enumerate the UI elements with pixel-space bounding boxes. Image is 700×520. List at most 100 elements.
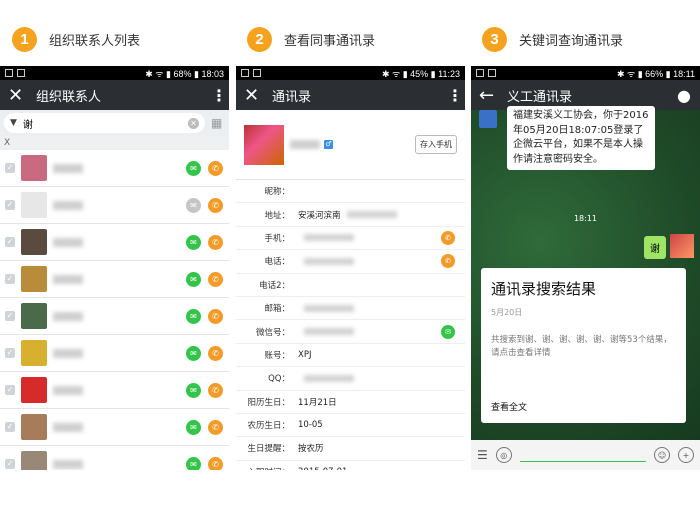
- avatar[interactable]: [21, 377, 47, 403]
- step-2: 2 查看同事通讯录: [247, 26, 375, 52]
- user-profile-icon[interactable]: ●: [676, 86, 692, 105]
- card-body: 共搜索到谢、谢、谢、谢、谢、谢等53个结果，请点击查看详情: [491, 335, 672, 358]
- phone-icon[interactable]: ✆: [208, 308, 223, 324]
- signal-icon: ✱ ᯤ ▮: [616, 68, 646, 79]
- avatar[interactable]: [21, 155, 47, 181]
- page-title: 义工通讯录: [507, 89, 573, 105]
- checkbox[interactable]: ✓: [5, 311, 15, 321]
- avatar[interactable]: [21, 229, 47, 255]
- save-to-phone-button[interactable]: 存入手机: [415, 135, 457, 154]
- checkbox[interactable]: ✓: [5, 274, 15, 284]
- bot-avatar[interactable]: [479, 110, 497, 128]
- field-value: 2015-07-01: [298, 467, 347, 470]
- wechat-icon[interactable]: ✉: [186, 419, 201, 435]
- wechat-icon[interactable]: ✉: [186, 456, 201, 470]
- contact-row[interactable]: ✓ ✉ ✆: [0, 224, 229, 261]
- field-value: XPJ: [298, 349, 312, 360]
- contact-row[interactable]: ✓ ✉ ✆: [0, 187, 229, 224]
- checkbox[interactable]: ✓: [5, 385, 15, 395]
- checkbox[interactable]: ✓: [5, 422, 15, 432]
- contact-row[interactable]: ✓ ✉ ✆: [0, 409, 229, 446]
- phone-icon[interactable]: ✆: [208, 160, 223, 176]
- checkbox[interactable]: ✓: [5, 200, 15, 210]
- field-label: 手机：: [264, 233, 290, 244]
- wechat-icon[interactable]: ✉: [186, 271, 201, 287]
- voice-icon[interactable]: ◎: [495, 447, 512, 463]
- avatar[interactable]: [21, 414, 47, 440]
- search-input[interactable]: ▼ 谢 ✕: [4, 113, 205, 133]
- phone-icon[interactable]: ✆: [441, 230, 455, 245]
- contact-name: [53, 348, 83, 358]
- close-icon[interactable]: ✕: [8, 85, 30, 106]
- contact-name: [53, 274, 83, 284]
- contact-row[interactable]: ✓ ✉ ✆: [0, 298, 229, 335]
- avatar[interactable]: [21, 303, 47, 329]
- notification-icon: [5, 69, 13, 77]
- contact-row[interactable]: ✓ ✉ ✆: [0, 446, 229, 470]
- avatar[interactable]: [21, 266, 47, 292]
- wechat-icon[interactable]: ✉: [186, 197, 201, 213]
- field-label: 地址：: [264, 210, 290, 221]
- filter-dropdown-icon[interactable]: ▼: [10, 118, 17, 128]
- contact-row[interactable]: ✓ ✉ ✆: [0, 150, 229, 187]
- field-row: 电话： ✆: [236, 250, 465, 274]
- contact-name: [53, 311, 83, 321]
- wechat-icon[interactable]: ✉: [186, 345, 201, 361]
- checkbox[interactable]: ✓: [5, 459, 15, 469]
- phone-icon[interactable]: ✆: [208, 271, 223, 287]
- close-icon[interactable]: ✕: [244, 85, 266, 106]
- my-avatar[interactable]: [670, 234, 694, 258]
- avatar[interactable]: [244, 124, 284, 165]
- more-options-icon[interactable]: ⋮: [447, 86, 463, 105]
- grid-view-icon[interactable]: ▦: [211, 116, 225, 130]
- back-arrow-icon[interactable]: ←: [479, 85, 501, 106]
- field-label: 邮箱：: [264, 304, 290, 315]
- wechat-icon[interactable]: ✉: [186, 382, 201, 398]
- clock: 18:03: [201, 68, 224, 79]
- emoji-icon[interactable]: ☺: [654, 447, 670, 463]
- contact-row[interactable]: ✓ ✉ ✆: [0, 261, 229, 298]
- input-bar: ☰ ◎ ☺ +: [471, 440, 700, 470]
- field-label: 生日提醒：: [247, 444, 290, 455]
- wechat-icon[interactable]: ✉: [441, 324, 455, 339]
- contact-row[interactable]: ✓ ✉ ✆: [0, 372, 229, 409]
- contact-row[interactable]: ✓ ✉ ✆: [0, 335, 229, 372]
- field-row: 邮箱：: [236, 297, 465, 321]
- step-1: 1 组织联系人列表: [12, 26, 140, 52]
- wechat-icon[interactable]: ✉: [186, 308, 201, 324]
- field-row: 手机： ✆: [236, 227, 465, 251]
- incoming-message: 福建安溪义工协会，你于2016年05月20日18:07:05登录了企微云平台，如…: [507, 106, 655, 170]
- view-full-link[interactable]: 查看全文: [491, 400, 527, 413]
- message-input[interactable]: [519, 448, 646, 462]
- page-title: 组织联系人: [36, 89, 102, 105]
- section-header: X: [0, 136, 229, 150]
- checkbox[interactable]: ✓: [5, 348, 15, 358]
- search-result-card[interactable]: 通讯录搜索结果 5月20日 共搜索到谢、谢、谢、谢、谢、谢等53个结果，请点击查…: [481, 268, 686, 423]
- checkbox[interactable]: ✓: [5, 163, 15, 173]
- phone-icon[interactable]: ✆: [208, 382, 223, 398]
- clock: 11:23: [438, 68, 460, 79]
- avatar[interactable]: [21, 451, 47, 470]
- action-bar: ✕ 组织联系人 ⋮: [0, 80, 229, 110]
- wechat-icon[interactable]: ✉: [186, 234, 201, 250]
- chat-area[interactable]: 福建安溪义工协会，你于2016年05月20日18:07:05登录了企微云平台，如…: [471, 106, 700, 440]
- clear-icon[interactable]: ✕: [188, 117, 199, 129]
- redacted-value: [304, 328, 354, 336]
- avatar[interactable]: [21, 340, 47, 366]
- redacted-value: [346, 211, 397, 219]
- phone-icon[interactable]: ✆: [208, 419, 223, 435]
- phone-icon[interactable]: ✆: [208, 456, 223, 470]
- field-row: 账号： XPJ: [236, 344, 465, 368]
- phone-icon[interactable]: ✆: [208, 234, 223, 250]
- phone-icon[interactable]: ✆: [441, 254, 455, 269]
- notification-icon: [241, 69, 249, 77]
- avatar[interactable]: [21, 192, 47, 218]
- more-options-icon[interactable]: ⋮: [211, 86, 227, 105]
- phone-icon[interactable]: ✆: [208, 345, 223, 361]
- add-icon[interactable]: +: [678, 447, 694, 463]
- keyboard-menu-icon[interactable]: ☰: [477, 448, 488, 462]
- status-bar: ✱ ᯤ ▮ 68% ▮ 18:03: [0, 66, 229, 80]
- phone-icon[interactable]: ✆: [208, 197, 223, 213]
- wechat-icon[interactable]: ✉: [186, 160, 201, 176]
- checkbox[interactable]: ✓: [5, 237, 15, 247]
